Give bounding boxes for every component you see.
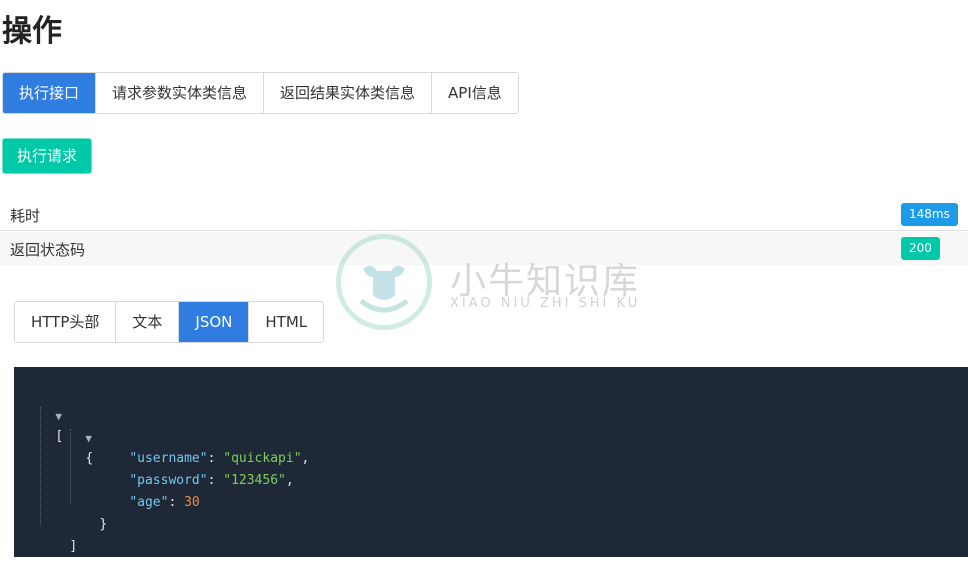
watermark: 小牛知识库 XIAO NIU ZHI SHI KU [336,234,638,334]
json-value: 30 [184,495,200,510]
tab-html[interactable]: HTML [249,302,323,342]
json-key: "age" [129,495,169,510]
tab-http-headers[interactable]: HTTP头部 [15,302,117,342]
json-field-password: "password": "123456", [98,451,293,488]
status-code-badge: 200 [901,237,940,260]
page-title: 操作 [2,14,62,49]
json-colon: : [207,473,224,488]
response-format-tabs: HTTP头部 文本 JSON HTML [14,301,325,343]
json-comma: , [285,473,294,488]
json-value: "123456" [223,473,286,488]
tab-text[interactable]: 文本 [116,302,180,342]
json-array-close-line: ] [38,517,77,554]
watermark-subtitle: XIAO NIU ZHI SHI KU [450,296,641,311]
elapsed-label: 耗时 [10,207,41,225]
tab-execute-interface[interactable]: 执行接口 [3,73,97,113]
json-colon: : [168,495,185,510]
json-field-age: "age": 30 [98,473,199,510]
json-object-open-line: ▼ { [54,409,93,466]
tab-response-entity[interactable]: 返回结果实体类信息 [264,73,433,113]
tab-json[interactable]: JSON [179,302,250,342]
json-brace: } [99,517,108,532]
tab-api-info[interactable]: API信息 [432,73,518,113]
json-viewer: ▼ [ ▼ { "username": "quickapi", "passwor… [14,367,968,557]
execute-request-button[interactable]: 执行请求 [2,138,92,174]
json-field-username: "username": "quickapi", [98,429,309,466]
status-code-label: 返回状态码 [10,241,86,259]
json-bracket: ] [69,539,78,554]
tab-request-params[interactable]: 请求参数实体类信息 [96,73,265,113]
json-comma: , [301,451,310,466]
elapsed-row: 耗时 148ms [0,198,968,231]
bull-logo-icon [359,265,409,313]
main-tabs: 执行接口 请求参数实体类信息 返回结果实体类信息 API信息 [2,72,519,114]
elapsed-badge: 148ms [901,203,958,226]
json-array-open-line: ▼ [ [24,387,63,444]
watermark-logo [336,234,432,330]
triangle-down-icon[interactable]: ▼ [85,432,92,445]
json-object-close-line: } [68,495,107,532]
json-brace: { [85,451,94,466]
